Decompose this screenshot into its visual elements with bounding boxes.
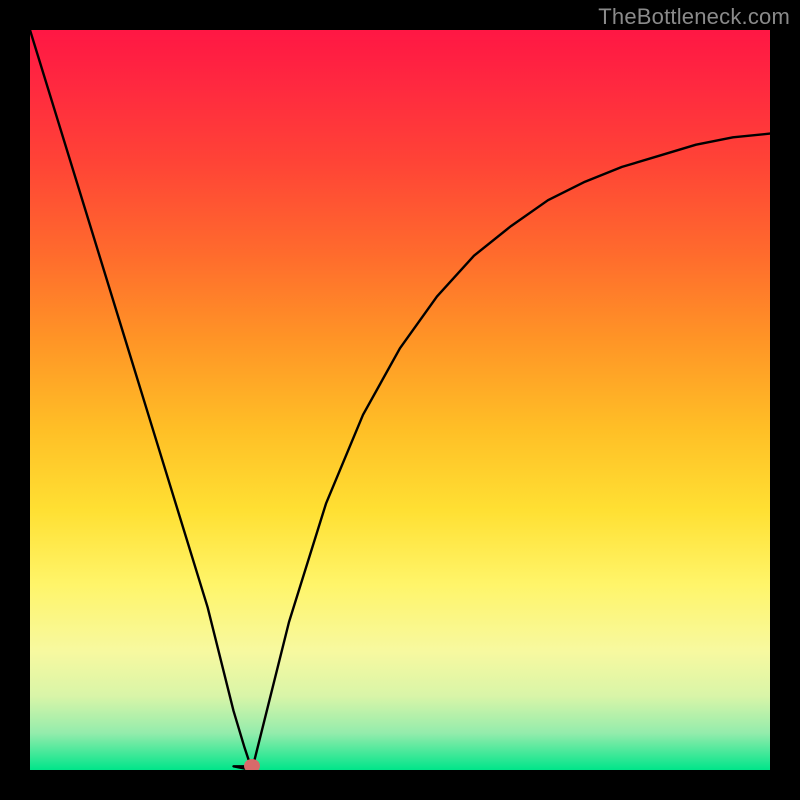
curve-layer [30,30,770,770]
chart-frame: TheBottleneck.com [0,0,800,800]
watermark-text: TheBottleneck.com [598,4,790,30]
plot-area [30,30,770,770]
bottleneck-curve [30,30,770,770]
minimum-marker-icon [244,759,260,770]
